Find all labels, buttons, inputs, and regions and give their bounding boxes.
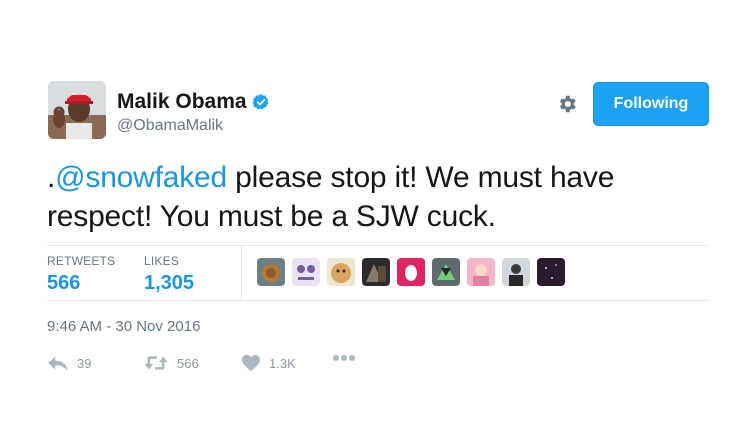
- likes-count[interactable]: 1,305: [144, 272, 194, 295]
- verified-badge-icon: [252, 94, 269, 110]
- retweets-label: RETWEETS: [47, 254, 116, 268]
- avatar-image: [48, 81, 106, 139]
- display-name-row[interactable]: Malik Obama: [117, 90, 270, 114]
- tweet-text-line-1: please stop it! We must have: [227, 161, 615, 194]
- liker-avatar[interactable]: [432, 258, 460, 286]
- like-action[interactable]: 1.3K: [241, 354, 296, 372]
- tweet-text-line-2: respect! You must be a SJW cuck.: [47, 200, 496, 233]
- mention-link[interactable]: @snowfaked: [55, 161, 227, 194]
- user-avatar[interactable]: [48, 81, 106, 139]
- more-action[interactable]: [332, 354, 356, 362]
- tweet-text: .@snowfaked please stop it! We must have…: [47, 158, 707, 236]
- more-options-icon: [333, 355, 355, 361]
- likes-label: LIKES: [144, 254, 180, 268]
- liker-avatar[interactable]: [467, 258, 495, 286]
- liker-avatar[interactable]: [327, 258, 355, 286]
- user-handle[interactable]: @ObamaMalik: [117, 117, 223, 135]
- liker-avatars: [257, 258, 572, 286]
- retweet-action[interactable]: 566: [143, 354, 199, 372]
- liker-avatar[interactable]: [502, 258, 530, 286]
- reply-action[interactable]: 39: [47, 354, 91, 372]
- retweet-icon: [144, 356, 168, 370]
- like-count: 1.3K: [269, 355, 296, 371]
- liker-avatar[interactable]: [362, 258, 390, 286]
- stats-separator: [241, 246, 242, 300]
- retweets-count[interactable]: 566: [47, 272, 80, 295]
- display-name[interactable]: Malik Obama: [117, 90, 247, 114]
- tweet-timestamp[interactable]: 9:46 AM - 30 Nov 2016: [47, 318, 200, 335]
- liker-avatar[interactable]: [537, 258, 565, 286]
- tweet-text-prefix: .: [47, 161, 56, 194]
- gear-icon[interactable]: [556, 93, 578, 115]
- reply-icon: [48, 356, 68, 372]
- tweet-card: Malik Obama @ObamaMalik Following .@snow…: [0, 0, 752, 440]
- divider-bottom: [47, 300, 710, 301]
- liker-avatar[interactable]: [257, 258, 285, 286]
- heart-icon: [242, 354, 260, 372]
- retweet-count: 566: [177, 355, 199, 371]
- divider-top: [47, 245, 710, 246]
- liker-avatar[interactable]: [397, 258, 425, 286]
- following-button[interactable]: Following: [593, 82, 709, 126]
- liker-avatar[interactable]: [292, 258, 320, 286]
- reply-count: 39: [77, 355, 92, 371]
